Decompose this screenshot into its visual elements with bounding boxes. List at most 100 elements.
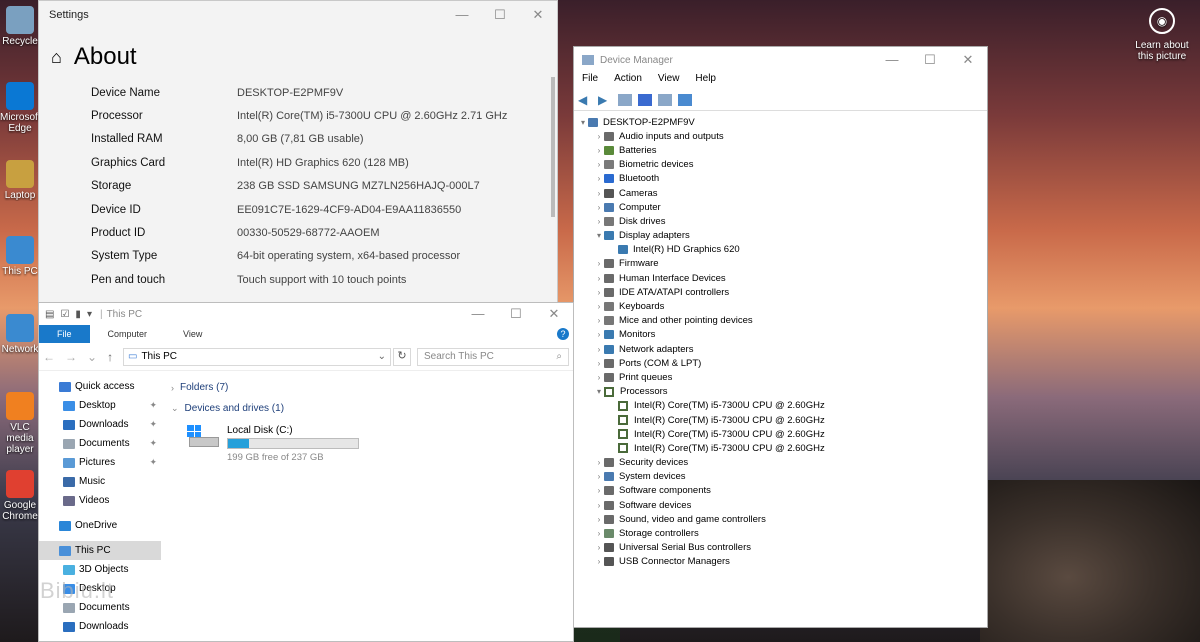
nav-item-onedrive[interactable]: OneDrive — [39, 516, 161, 535]
device-manager-titlebar[interactable]: Device Manager — ☐ ✕ — [574, 47, 987, 73]
device-category[interactable]: › Ports (COM & LPT) — [574, 356, 987, 370]
nav-item-quick-access[interactable]: Quick access — [39, 377, 161, 396]
expand-icon[interactable]: › — [594, 345, 604, 354]
expand-icon[interactable]: › — [594, 203, 604, 212]
device-category[interactable]: › Human Interface Devices — [574, 271, 987, 285]
device-category[interactable]: › Sound, video and game controllers — [574, 512, 987, 526]
device-category[interactable]: › Firmware — [574, 257, 987, 271]
update-driver-icon[interactable] — [658, 93, 672, 106]
back-icon[interactable]: ◀ — [578, 94, 592, 106]
minimize-button[interactable]: — — [873, 52, 911, 68]
expand-icon[interactable]: › — [594, 217, 604, 226]
close-button[interactable]: ✕ — [949, 52, 987, 68]
forward-icon[interactable]: → — [65, 350, 77, 364]
device-category[interactable]: › System devices — [574, 470, 987, 484]
scrollbar[interactable] — [551, 77, 555, 217]
expand-icon[interactable]: › — [594, 486, 604, 495]
nav-item-pictures[interactable]: Pictures ✦ — [39, 453, 161, 472]
device-category[interactable]: › Cameras — [574, 186, 987, 200]
menu-view[interactable]: View — [658, 73, 680, 89]
scan-hardware-icon[interactable] — [678, 93, 692, 106]
collapse-icon[interactable]: ▾ — [594, 387, 604, 396]
menu-file[interactable]: File — [582, 73, 598, 89]
expand-icon[interactable]: › — [594, 330, 604, 339]
expand-icon[interactable]: › — [594, 472, 604, 481]
maximize-button[interactable]: ☐ — [481, 7, 519, 23]
nav-item-downloads[interactable]: Downloads ✦ — [39, 415, 161, 434]
device-category[interactable]: ▾ Processors — [574, 385, 987, 399]
tab-computer[interactable]: Computer — [90, 325, 166, 343]
expand-icon[interactable]: › — [594, 316, 604, 325]
pin-icon[interactable]: ✦ — [149, 457, 157, 468]
maximize-button[interactable]: ☐ — [911, 52, 949, 68]
device-category[interactable]: › Network adapters — [574, 342, 987, 356]
expand-icon[interactable]: › — [594, 146, 604, 155]
tree-root[interactable]: ▾ DESKTOP-E2PMF9V — [574, 115, 987, 129]
tab-view[interactable]: View — [165, 325, 220, 343]
address-bar[interactable]: ▭ This PC ⌄ — [123, 347, 391, 366]
menu-help[interactable]: Help — [695, 73, 716, 89]
device-item[interactable]: Intel(R) Core(TM) i5-7300U CPU @ 2.60GHz — [574, 441, 987, 455]
collapse-icon[interactable]: ▾ — [578, 118, 588, 127]
customize-qa-icon[interactable]: ▾ — [87, 309, 92, 320]
expand-icon[interactable]: › — [594, 373, 604, 382]
minimize-button[interactable]: — — [459, 306, 497, 322]
expand-icon[interactable]: › — [594, 288, 604, 297]
search-input[interactable]: Search This PC ⌕ — [417, 347, 569, 366]
desktop-icon-microsoft-edge[interactable]: Microsoft Edge — [0, 82, 40, 134]
pin-icon[interactable]: ✦ — [149, 438, 157, 449]
desktop-icon-vlc-media-player[interactable]: VLC media player — [0, 392, 40, 455]
nav-item-3d-objects[interactable]: 3D Objects — [39, 560, 161, 579]
expand-icon[interactable]: › — [594, 160, 604, 169]
desktop-icon-this-pc[interactable]: This PC — [0, 236, 40, 277]
device-item[interactable]: Intel(R) HD Graphics 620 — [574, 243, 987, 257]
desktop-icon-recycle[interactable]: Recycle — [0, 6, 40, 47]
chevron-down-icon[interactable]: ⌄ — [171, 403, 179, 414]
device-category[interactable]: › Security devices — [574, 456, 987, 470]
expand-icon[interactable]: › — [594, 458, 604, 467]
device-category[interactable]: › Disk drives — [574, 214, 987, 228]
expand-icon[interactable]: › — [594, 174, 604, 183]
menu-action[interactable]: Action — [614, 73, 642, 89]
expand-icon[interactable]: › — [594, 259, 604, 268]
collapse-icon[interactable]: ▾ — [594, 231, 604, 240]
help-icon[interactable] — [638, 93, 652, 106]
desktop-icon-network[interactable]: Network — [0, 314, 40, 355]
expand-icon[interactable]: › — [594, 529, 604, 538]
device-category[interactable]: › Software devices — [574, 498, 987, 512]
back-icon[interactable]: ← — [43, 350, 55, 364]
device-category[interactable]: › Bluetooth — [574, 172, 987, 186]
expand-icon[interactable]: › — [594, 359, 604, 368]
device-item[interactable]: Intel(R) Core(TM) i5-7300U CPU @ 2.60GHz — [574, 427, 987, 441]
properties-icon[interactable] — [618, 93, 632, 106]
device-item[interactable]: Intel(R) Core(TM) i5-7300U CPU @ 2.60GHz — [574, 399, 987, 413]
chevron-right-icon[interactable]: › — [171, 383, 174, 393]
device-category[interactable]: › Storage controllers — [574, 526, 987, 540]
new-folder-icon[interactable]: ▮ — [75, 309, 81, 320]
device-category[interactable]: › Monitors — [574, 328, 987, 342]
device-category[interactable]: › Print queues — [574, 370, 987, 384]
nav-item-downloads[interactable]: Downloads — [39, 617, 161, 636]
nav-item-desktop[interactable]: Desktop ✦ — [39, 396, 161, 415]
device-category[interactable]: › Software components — [574, 484, 987, 498]
help-icon[interactable]: ? — [557, 328, 569, 340]
expand-icon[interactable]: › — [594, 302, 604, 311]
up-icon[interactable]: ↑ — [107, 350, 113, 364]
device-category[interactable]: › Batteries — [574, 143, 987, 157]
learn-about-picture[interactable]: ◉ Learn about this picture — [1130, 8, 1194, 62]
device-category[interactable]: › Computer — [574, 200, 987, 214]
forward-icon[interactable]: ▶ — [598, 94, 612, 106]
nav-item-this-pc[interactable]: This PC — [39, 541, 161, 560]
nav-item-music[interactable]: Music — [39, 472, 161, 491]
properties-icon[interactable]: ☑ — [60, 309, 69, 320]
maximize-button[interactable]: ☐ — [497, 306, 535, 322]
minimize-button[interactable]: — — [443, 7, 481, 23]
device-category[interactable]: › Universal Serial Bus controllers — [574, 541, 987, 555]
tab-file[interactable]: File — [39, 325, 90, 343]
device-category[interactable]: › Biometric devices — [574, 158, 987, 172]
home-icon[interactable]: ⌂ — [51, 47, 62, 68]
explorer-titlebar[interactable]: ▤ ☑ ▮ ▾ | This PC — ☐ ✕ — [39, 303, 573, 325]
desktop-icon-google-chrome[interactable]: Google Chrome — [0, 470, 40, 522]
device-category[interactable]: › USB Connector Managers — [574, 555, 987, 569]
refresh-button[interactable]: ↻ — [393, 347, 411, 366]
